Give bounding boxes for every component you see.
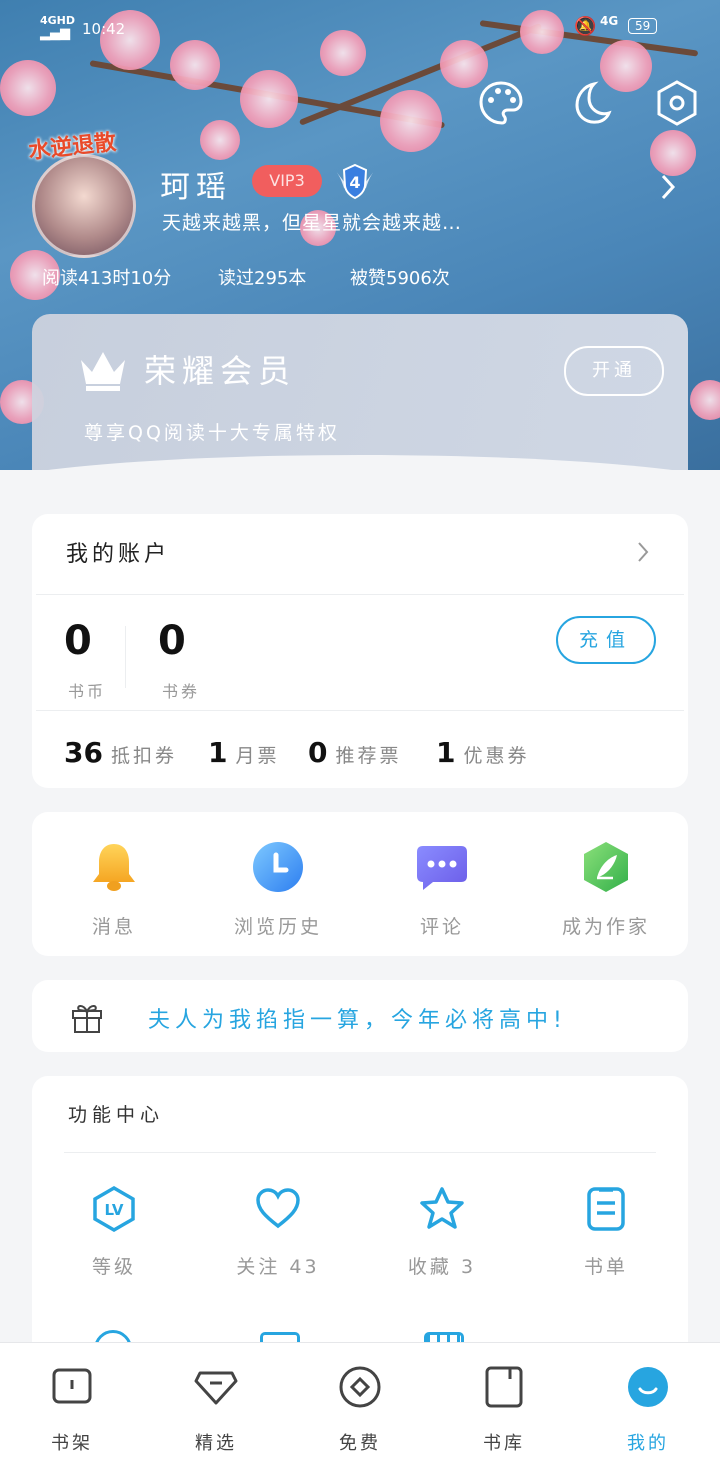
recharge-button[interactable]: 充值 <box>556 616 656 664</box>
membership-subtitle: 尊享QQ阅读十大专属特权 <box>84 422 340 444</box>
messages-label: 消息 <box>91 916 136 938</box>
tab-profile-label: 我的 <box>627 1433 669 1454</box>
profile-header: 4GHD 10:42 ▂▄▆ 4G 🔕 59 水逆退散 珂瑶 VIP3 4 天越… <box>0 0 720 470</box>
favorites-button[interactable]: 收藏 3 <box>372 1186 512 1279</box>
avatar[interactable] <box>32 154 136 258</box>
comments-label: 评论 <box>419 916 464 938</box>
ticket-monthly[interactable]: 1 月票 <box>208 736 280 769</box>
featured-icon <box>194 1371 238 1405</box>
likes-stat: 被赞5906次 <box>350 268 450 289</box>
tab-featured-label: 精选 <box>195 1433 237 1454</box>
vouchers-value[interactable]: 0 <box>158 618 186 664</box>
tab-featured[interactable]: 精选 <box>166 1365 266 1455</box>
palette-icon[interactable] <box>476 78 526 128</box>
level-label: 等级 <box>91 1256 136 1278</box>
account-title[interactable]: 我的账户 <box>66 536 170 568</box>
become-writer-label: 成为作家 <box>561 916 650 938</box>
status-bar: 4GHD 10:42 ▂▄▆ 4G 🔕 59 <box>0 0 720 56</box>
booklist-icon <box>587 1187 625 1231</box>
open-membership-button[interactable]: 开通 <box>564 346 664 396</box>
quill-icon <box>584 842 628 892</box>
level-number: 4 <box>349 173 360 192</box>
avatar-badge: 水逆退散 <box>27 130 118 165</box>
favorites-label: 收藏 3 <box>407 1256 477 1278</box>
chevron-right-icon[interactable] <box>658 172 678 202</box>
tab-profile[interactable]: 我的 <box>598 1365 698 1455</box>
signature: 天越来越黑，但星星就会越来越… <box>162 212 463 234</box>
become-writer-button[interactable]: 成为作家 <box>536 840 676 939</box>
ticket-recommend[interactable]: 0 推荐票 <box>308 736 402 769</box>
night-mode-icon[interactable] <box>564 78 614 128</box>
battery-indicator: 59 <box>628 18 658 34</box>
level-button[interactable]: LV 等级 <box>44 1185 184 1279</box>
follow-button[interactable]: 关注 43 <box>208 1186 348 1279</box>
star-icon <box>420 1187 464 1229</box>
username[interactable]: 珂瑶 <box>160 162 232 206</box>
coins-label: 书币 <box>68 682 107 701</box>
chat-icon <box>417 846 467 890</box>
free-icon <box>339 1366 381 1408</box>
tab-bookshelf-label: 书架 <box>51 1433 93 1454</box>
tab-library[interactable]: 书库 <box>454 1365 554 1455</box>
ticket-coupon[interactable]: 1 优惠券 <box>436 736 530 769</box>
svg-text:LV: LV <box>104 1201 123 1219</box>
heart-icon <box>256 1188 300 1229</box>
bottom-tab-bar: 书架 精选 免费 书库 我的 <box>0 1342 720 1461</box>
clock-icon <box>253 842 303 892</box>
history-label: 浏览历史 <box>233 916 322 938</box>
vip-badge[interactable]: VIP3 <box>252 165 322 197</box>
books-read-stat: 读过295本 <box>218 268 307 289</box>
tab-library-label: 书库 <box>483 1433 525 1454</box>
reading-time-stat: 阅读413时10分 <box>42 268 172 289</box>
coins-value[interactable]: 0 <box>64 618 92 664</box>
membership-title: 荣耀会员 <box>144 352 297 390</box>
vouchers-label: 书券 <box>162 682 201 701</box>
booklist-button[interactable]: 书单 <box>536 1186 676 1279</box>
function-center-title: 功能中心 <box>68 1104 165 1126</box>
profile-icon <box>628 1367 668 1407</box>
gift-icon <box>72 1005 102 1033</box>
tab-free[interactable]: 免费 <box>310 1365 410 1455</box>
account-card: 我的账户 0 书币 0 书券 充值 36 抵扣券 1 月票 0 推荐票 1 优惠券 <box>32 514 688 788</box>
membership-card[interactable]: 荣耀会员 尊享QQ阅读十大专属特权 开通 <box>32 314 688 470</box>
crown-icon <box>81 352 125 391</box>
chevron-right-icon[interactable] <box>636 540 650 564</box>
clock: 10:42 <box>82 20 126 38</box>
mute-icon: 🔕 <box>574 16 597 37</box>
signal-icon: ▂▄▆ <box>40 26 70 41</box>
bell-icon <box>93 844 135 891</box>
mobile-data-indicator: 4G <box>600 14 619 28</box>
quick-actions-card: 消息 浏览历史 评论 成为作家 <box>32 812 688 956</box>
library-icon <box>485 1366 523 1408</box>
booklist-label: 书单 <box>583 1256 628 1278</box>
level-icon: LV <box>93 1185 135 1233</box>
level-shield-icon[interactable]: 4 <box>330 162 380 200</box>
tab-bookshelf[interactable]: 书架 <box>22 1365 122 1455</box>
banner-text[interactable]: 夫人为我掐指一算，今年必将高中! <box>148 1002 567 1034</box>
comments-button[interactable]: 评论 <box>372 840 512 939</box>
ticket-discount[interactable]: 36 抵扣券 <box>64 736 177 769</box>
follow-label: 关注 43 <box>236 1256 320 1278</box>
settings-icon[interactable] <box>652 78 702 128</box>
fortune-banner[interactable]: 夫人为我掐指一算，今年必将高中! <box>32 980 688 1052</box>
history-button[interactable]: 浏览历史 <box>208 840 348 939</box>
tab-free-label: 免费 <box>339 1433 381 1454</box>
messages-button[interactable]: 消息 <box>44 840 184 939</box>
function-center-card: 功能中心 LV 等级 关注 43 收藏 3 书单 <box>32 1076 688 1376</box>
bookshelf-icon <box>52 1368 92 1404</box>
